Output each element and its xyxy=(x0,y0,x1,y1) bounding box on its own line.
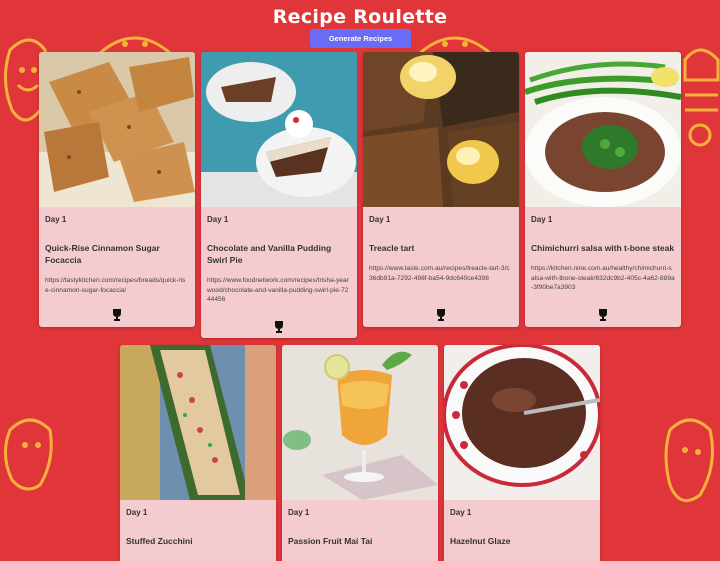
recipe-url-link[interactable]: https://kitchen.nine.com.au/healthy/chim… xyxy=(531,264,675,293)
recipe-day: Day 1 xyxy=(45,215,67,224)
trophy-icon[interactable] xyxy=(111,308,123,322)
doodle-burger-icon xyxy=(683,48,720,147)
recipe-image-pudding-pie xyxy=(201,52,357,207)
trophy-icon[interactable] xyxy=(597,308,609,322)
recipe-image-treacle-tart xyxy=(363,52,519,207)
recipe-card[interactable]: Day 1 Quick-Rise Cinnamon Sugar Focaccia… xyxy=(39,52,195,327)
generate-recipes-button[interactable]: Generate Recipes xyxy=(310,29,411,48)
recipe-card[interactable]: Day 1 Chimichurri salsa with t-bone stea… xyxy=(525,52,681,327)
recipe-name: Chocolate and Vanilla Pudding Swirl Pie xyxy=(207,243,332,265)
recipe-name: Chimichurri salsa with t-bone steak xyxy=(531,243,675,253)
recipe-card[interactable]: Day 1 Stuffed Zucchini xyxy=(120,345,276,561)
recipe-name: Hazelnut Glaze xyxy=(450,536,511,546)
recipe-day: Day 1 xyxy=(126,508,148,517)
recipe-day: Day 1 xyxy=(450,508,472,517)
recipe-image-mai-tai xyxy=(282,345,438,500)
recipe-image-focaccia xyxy=(39,52,195,207)
recipe-card[interactable]: Day 1 Hazelnut Glaze xyxy=(444,345,600,561)
recipe-image-stuffed-zucchini xyxy=(120,345,276,500)
trophy-icon[interactable] xyxy=(435,308,447,322)
recipe-url-link[interactable]: https://tastykitchen.com/recipes/breads/… xyxy=(45,276,189,295)
recipe-day: Day 1 xyxy=(369,215,391,224)
recipe-day: Day 1 xyxy=(531,215,553,224)
recipe-card[interactable]: Day 1 Treacle tart https://www.taste.com… xyxy=(363,52,519,327)
recipe-url-link[interactable]: https://www.taste.com.au/recipes/treacle… xyxy=(369,264,513,283)
recipe-card[interactable]: Day 1 Chocolate and Vanilla Pudding Swir… xyxy=(201,52,357,338)
page-title: Recipe Roulette xyxy=(272,6,448,28)
doodle-pizza-icon xyxy=(664,418,714,503)
doodle-fries-icon xyxy=(4,418,53,491)
recipe-name: Passion Fruit Mai Tai xyxy=(288,536,373,546)
recipe-name: Quick-Rise Cinnamon Sugar Focaccia xyxy=(45,243,160,265)
recipe-name: Treacle tart xyxy=(369,243,415,253)
recipe-name: Stuffed Zucchini xyxy=(126,536,193,546)
recipe-day: Day 1 xyxy=(207,215,229,224)
recipe-image-hazelnut-glaze xyxy=(444,345,600,500)
recipe-day: Day 1 xyxy=(288,508,310,517)
recipe-image-tbone-steak xyxy=(525,52,681,207)
recipe-card[interactable]: Day 1 Passion Fruit Mai Tai xyxy=(282,345,438,561)
recipe-url-link[interactable]: https://www.foodnetwork.com/recipes/tris… xyxy=(207,276,351,305)
trophy-icon[interactable] xyxy=(273,320,285,334)
